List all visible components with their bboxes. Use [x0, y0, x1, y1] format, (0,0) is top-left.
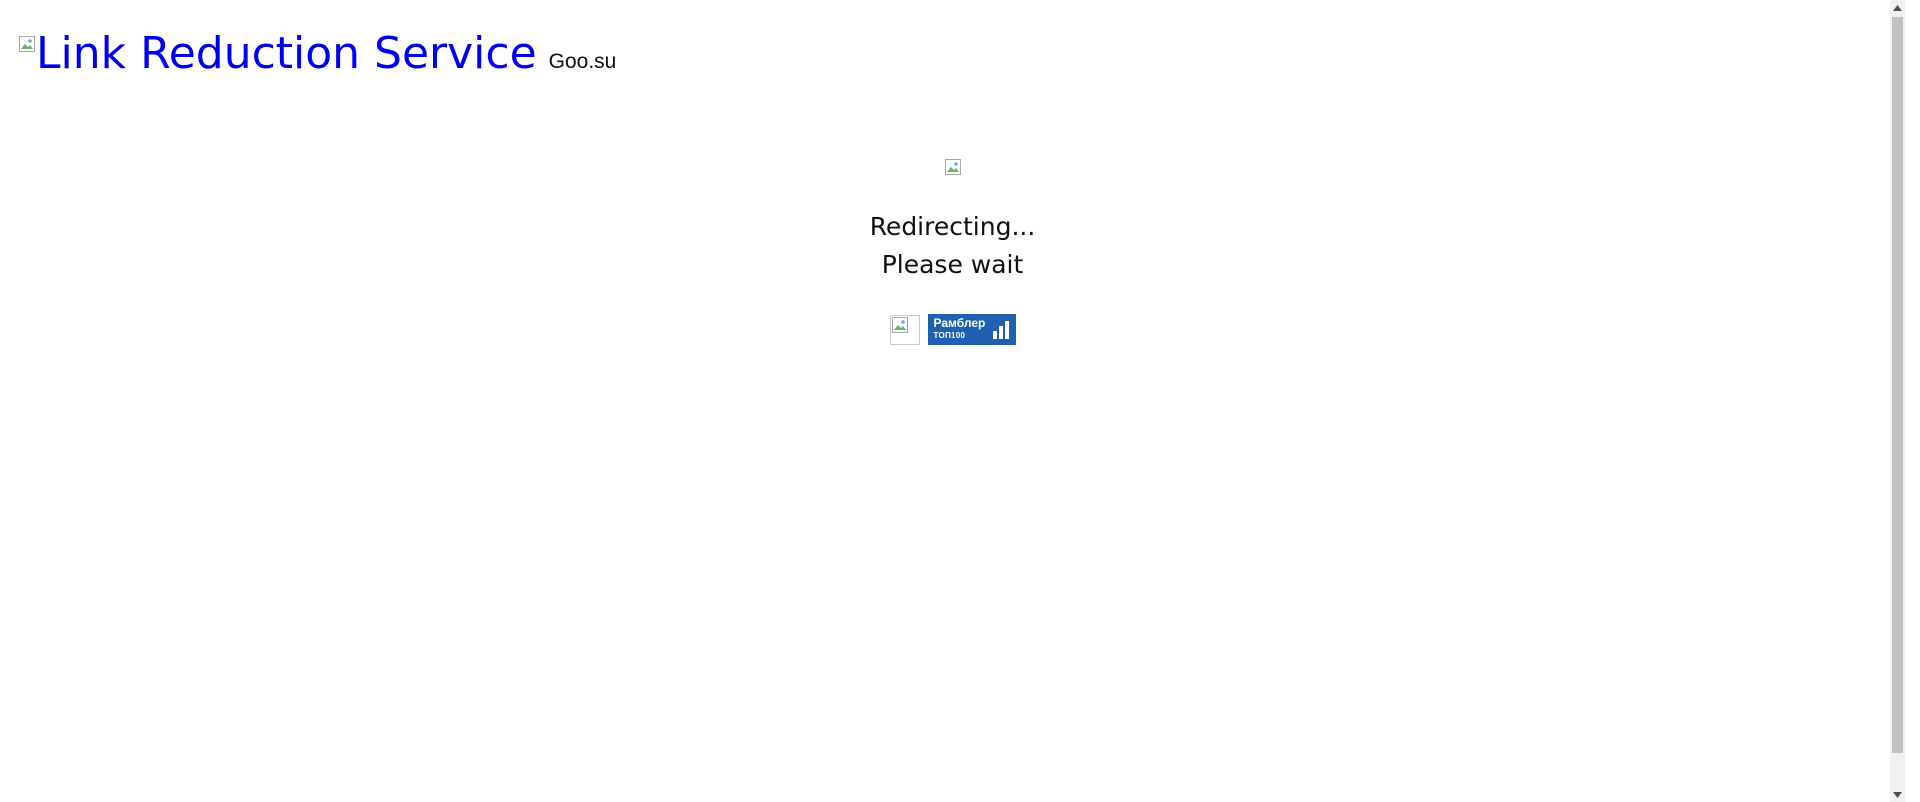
redirect-content: Redirecting... Please wait Рамблер ТОП10… — [0, 159, 1905, 345]
counter-badges: Рамблер ТОП100 — [0, 314, 1905, 345]
page: Link Reduction Service Goo.su Redirectin… — [0, 0, 1905, 802]
broken-image-icon — [891, 316, 908, 333]
status-redirecting: Redirecting... — [869, 212, 1036, 241]
site-name: Goo.su — [548, 50, 617, 73]
arrow-down-icon[interactable] — [1890, 787, 1905, 802]
status-please-wait: Please wait — [881, 250, 1024, 279]
rambler-subtitle: ТОП100 — [933, 331, 966, 340]
vertical-scrollbar[interactable] — [1890, 0, 1905, 802]
arrow-up-icon[interactable] — [1890, 0, 1905, 15]
rambler-title: Рамблер — [933, 316, 986, 330]
rambler-top100-badge[interactable]: Рамблер ТОП100 — [927, 314, 1016, 345]
status-message: Redirecting... Please wait — [0, 208, 1905, 284]
logo-link[interactable]: Link Reduction Service — [19, 28, 537, 80]
scrollbar-thumb[interactable] — [1892, 17, 1903, 753]
header: Link Reduction Service Goo.su — [19, 28, 616, 80]
broken-image-icon — [944, 159, 961, 175]
counter-link-broken[interactable] — [889, 314, 920, 345]
logo-alt-text: Link Reduction Service — [36, 28, 537, 79]
bar-chart-icon — [992, 321, 1009, 339]
broken-image-icon — [19, 36, 35, 52]
